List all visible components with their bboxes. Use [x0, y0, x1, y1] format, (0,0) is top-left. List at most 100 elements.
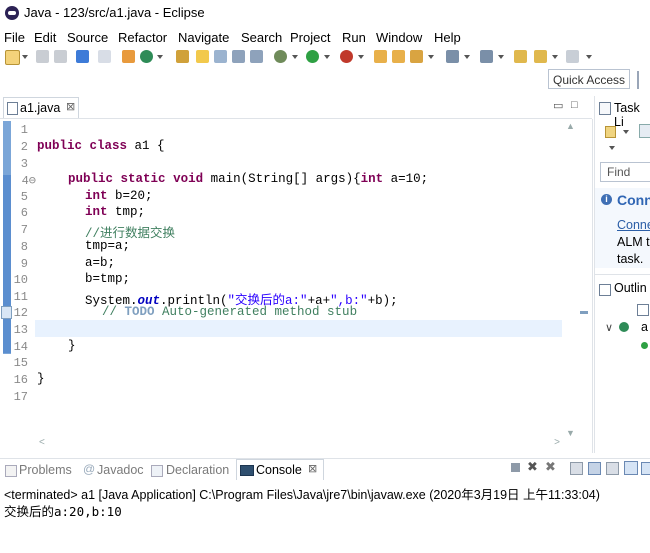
previous-annotation-icon[interactable]	[480, 50, 493, 63]
remove-launch-icon[interactable]: ✖	[527, 459, 538, 475]
word-wrap-icon[interactable]	[606, 462, 619, 475]
chevron-down-icon[interactable]	[498, 55, 504, 59]
menu-edit[interactable]: Edit	[34, 30, 56, 45]
chevron-down-icon[interactable]	[324, 55, 330, 59]
code-editor[interactable]	[0, 119, 593, 453]
new-task-icon[interactable]	[605, 126, 616, 138]
new-icon[interactable]	[5, 50, 20, 65]
maximize-icon[interactable]: □	[571, 99, 578, 111]
scroll-left-icon[interactable]: <	[39, 437, 45, 448]
chevron-down-icon[interactable]	[428, 55, 434, 59]
chevron-down-icon[interactable]	[292, 55, 298, 59]
chevron-down-icon[interactable]	[358, 55, 364, 59]
editor-horizontal-scrollbar[interactable]: < >	[35, 436, 578, 450]
tab-console-active[interactable]: Console ⊠	[236, 459, 324, 480]
open-resource-icon[interactable]	[392, 50, 405, 63]
menu-navigate[interactable]: Navigate	[178, 30, 229, 45]
chevron-down-icon[interactable]	[552, 55, 558, 59]
line-number: 5	[20, 190, 28, 204]
outline-tab-label[interactable]: Outlin	[614, 281, 647, 295]
save-all-icon[interactable]	[54, 50, 67, 63]
java-file-icon	[7, 102, 18, 115]
scroll-up-icon[interactable]: ▲	[566, 121, 575, 131]
menu-project[interactable]: Project	[290, 30, 330, 45]
chevron-down-icon[interactable]	[623, 130, 629, 134]
pencil-icon[interactable]	[410, 50, 423, 63]
menu-search[interactable]: Search	[241, 30, 282, 45]
task-find-input[interactable]: Find	[600, 162, 650, 182]
problems-icon	[5, 465, 17, 477]
remove-all-launches-icon[interactable]: ✖	[545, 459, 556, 475]
tab-javadoc[interactable]: Javadoc	[97, 463, 144, 477]
view-menu-icon[interactable]	[609, 146, 615, 150]
expand-chevron-icon[interactable]: ∨	[605, 321, 613, 334]
chevron-down-icon[interactable]	[464, 55, 470, 59]
line-number-fold[interactable]: 4⊖	[0, 173, 36, 188]
toggle-block-icon[interactable]	[232, 50, 245, 63]
forward-icon[interactable]	[566, 50, 579, 63]
todo-marker-icon[interactable]	[1, 306, 12, 319]
highlight-icon[interactable]	[196, 50, 209, 63]
next-annotation-icon[interactable]	[446, 50, 459, 63]
console-output[interactable]: <terminated> a1 [Java Application] C:\Pr…	[0, 481, 650, 553]
line-number: 1	[20, 123, 28, 137]
code-line-12: // TODO Auto-generated method stub	[102, 305, 358, 319]
chevron-down-icon[interactable]	[586, 55, 592, 59]
line-number: 16	[13, 373, 28, 387]
menu-source[interactable]: Source	[67, 30, 108, 45]
current-line-highlight	[35, 320, 562, 337]
menu-file[interactable]: File	[4, 30, 25, 45]
editor-tab-label: a1.java	[20, 101, 61, 115]
pin-console-icon[interactable]	[624, 461, 638, 475]
open-type-icon[interactable]	[176, 50, 189, 63]
debug-icon[interactable]	[274, 50, 287, 63]
tab-problems[interactable]: Problems	[19, 463, 72, 477]
close-icon[interactable]: ⊠	[308, 462, 317, 475]
class-icon	[619, 322, 629, 332]
tab-console-label: Console	[256, 463, 302, 477]
javadoc-icon: @	[83, 462, 96, 476]
right-side-pane: Task Li Find i Conn Conne ALM t task. Ou…	[594, 96, 650, 453]
line-number: 8	[20, 240, 28, 254]
show-whitespace-icon[interactable]	[250, 50, 263, 63]
save-icon[interactable]	[36, 50, 49, 63]
scroll-right-icon[interactable]: >	[554, 437, 560, 448]
main-toolbar	[0, 47, 650, 67]
skip-breakpoints-icon[interactable]	[98, 50, 111, 63]
line-number: 9	[20, 257, 28, 271]
editor-tab-bar	[0, 96, 592, 119]
connect-link[interactable]: Conne	[617, 218, 650, 232]
overview-ruler-todo-mark[interactable]	[580, 311, 588, 314]
outline-class-label[interactable]: a	[641, 320, 648, 334]
new-java-class-icon[interactable]	[140, 50, 153, 63]
code-line-14: }	[68, 339, 76, 353]
open-folder-icon[interactable]	[374, 50, 387, 63]
categorize-icon[interactable]	[639, 124, 650, 138]
external-tools-icon[interactable]	[340, 50, 353, 63]
chevron-down-icon[interactable]	[157, 55, 163, 59]
menu-bar: File Edit Source Refactor Navigate Searc…	[0, 27, 650, 47]
line-number: 6	[20, 206, 28, 220]
java-package-icon[interactable]	[122, 50, 135, 63]
menu-refactor[interactable]: Refactor	[118, 30, 167, 45]
chevron-down-icon[interactable]	[22, 55, 28, 59]
display-console-icon[interactable]	[641, 462, 650, 475]
scroll-lock-icon[interactable]	[588, 462, 601, 475]
minimize-icon[interactable]: ▭	[553, 99, 563, 112]
clear-console-icon[interactable]	[570, 462, 583, 475]
close-icon[interactable]: ⊠	[66, 100, 75, 113]
run-icon[interactable]	[306, 50, 319, 63]
terminal-icon[interactable]	[76, 50, 89, 63]
tab-declaration[interactable]: Declaration	[166, 463, 229, 477]
menu-window[interactable]: Window	[376, 30, 422, 45]
back-icon[interactable]	[514, 50, 527, 63]
terminate-icon[interactable]	[511, 463, 520, 472]
mark-occurrences-icon[interactable]	[214, 50, 227, 63]
editor-tab-a1-java[interactable]: a1.java ⊠	[3, 97, 79, 118]
forward-left-icon[interactable]	[534, 50, 547, 63]
menu-help[interactable]: Help	[434, 30, 461, 45]
quick-access-input[interactable]: Quick Access	[548, 69, 630, 89]
menu-run[interactable]: Run	[342, 30, 366, 45]
perspective-divider	[637, 71, 639, 89]
editor-vertical-scrollbar[interactable]: ▲ ▼	[564, 121, 578, 438]
